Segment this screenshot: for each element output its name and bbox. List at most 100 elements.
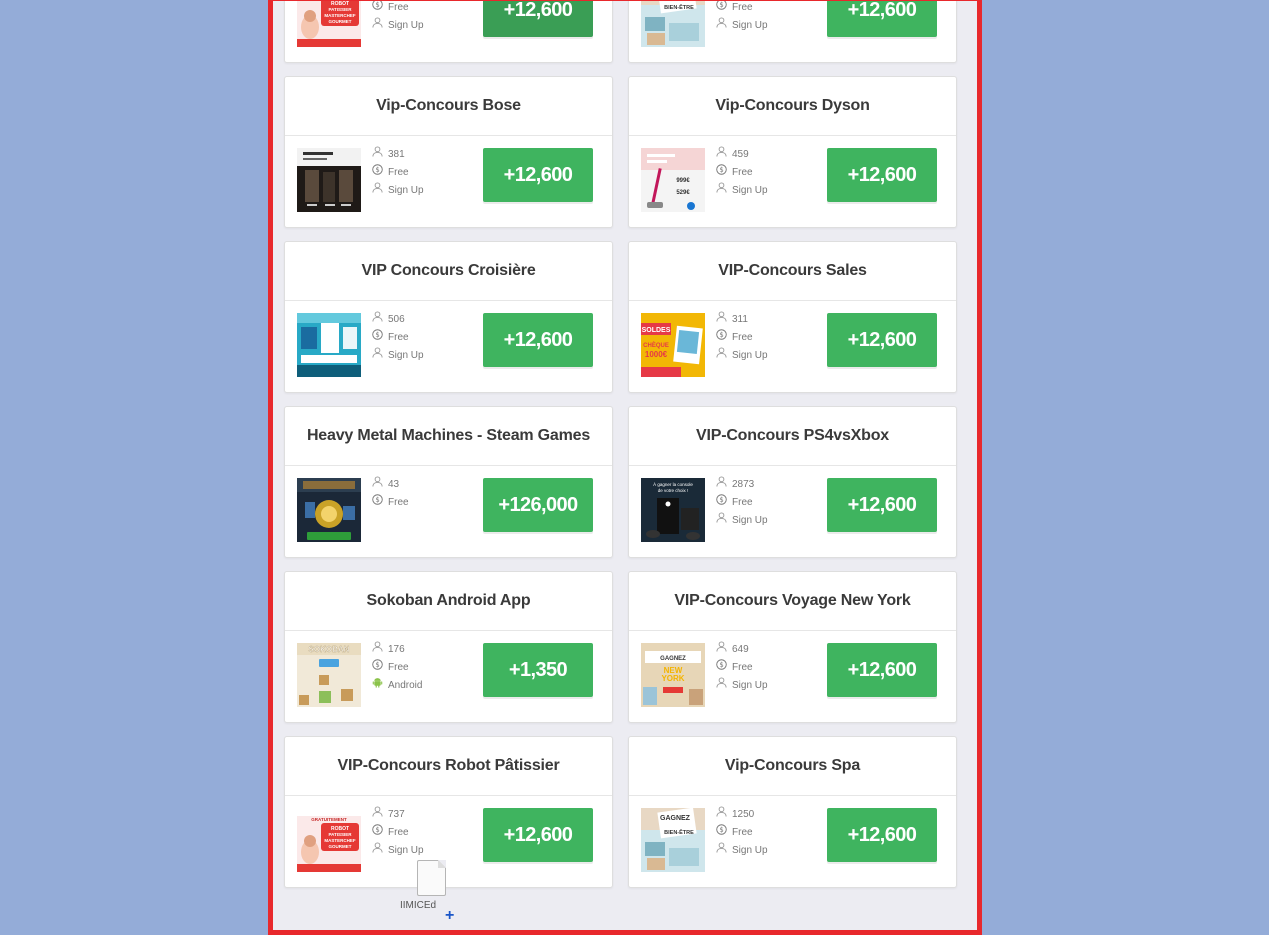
offer-price-row: $ Free (372, 329, 424, 347)
coin-icon: $ (716, 329, 727, 347)
offer-card: GRATUITEMENT ROBOT PATISSIER MASTERCHEF … (284, 1, 613, 63)
offer-type: Android (388, 680, 423, 691)
offer-card: VIP-Concours Sales SOLDES CHÈQUE 1000€ 3… (628, 241, 957, 393)
offer-count: 649 (732, 644, 749, 655)
claim-points-button[interactable]: +12,600 (483, 1, 593, 37)
svg-text:$: $ (375, 331, 379, 339)
offer-thumbnail[interactable] (297, 478, 361, 542)
offer-price: Free (388, 167, 409, 178)
offer-type: Sign Up (732, 515, 768, 526)
claim-points-button[interactable]: +12,600 (827, 808, 937, 862)
offer-card: VIP-Concours Robot Pâtissier GRATUITEMEN… (284, 736, 613, 888)
coin-icon: $ (716, 1, 727, 17)
offer-title[interactable]: Heavy Metal Machines - Steam Games (285, 407, 612, 466)
thumb-text: CHÈQUE (643, 341, 669, 349)
offer-thumbnail[interactable]: GAGNEZ BIEN-ÊTRE (641, 808, 705, 872)
coin-icon: $ (372, 494, 383, 512)
svg-text:$: $ (719, 166, 723, 174)
offer-price: Free (732, 827, 753, 838)
svg-text:$: $ (375, 1, 379, 9)
offer-title[interactable]: Vip-Concours Bose (285, 77, 612, 136)
offer-price-row: $ Free (372, 1, 424, 17)
offer-count-row: 2873 (716, 476, 768, 494)
offer-price-row: $ Free (716, 164, 768, 182)
offer-count-row: 459 (716, 146, 768, 164)
coin-icon: $ (372, 824, 383, 842)
offer-thumbnail[interactable]: 999€ 529€ (641, 148, 705, 212)
offer-type-row: Sign Up (716, 677, 768, 695)
svg-text:$: $ (719, 826, 723, 834)
claim-points-button[interactable]: +12,600 (827, 148, 937, 202)
claim-points-button[interactable]: +12,600 (827, 643, 937, 697)
svg-text:$: $ (719, 661, 723, 669)
thumb-text: SOKOBAN (309, 645, 350, 654)
users-icon (716, 476, 727, 494)
offer-type-row: Sign Up (372, 842, 424, 860)
offer-thumbnail[interactable]: GAGNEZ NEW YORK (641, 643, 705, 707)
offer-card: VIP-Concours Voyage New York GAGNEZ NEW … (628, 571, 957, 723)
claim-points-button[interactable]: +12,600 (483, 148, 593, 202)
offer-type-row: Sign Up (372, 347, 424, 365)
offer-title[interactable]: VIP-Concours Voyage New York (629, 572, 956, 631)
coin-icon: $ (716, 494, 727, 512)
thumb-text: GRATUITEMENT (311, 817, 347, 822)
offer-count: 737 (388, 809, 405, 820)
users-icon (372, 641, 383, 659)
claim-points-button[interactable]: +12,600 (827, 313, 937, 367)
person-icon (372, 347, 383, 365)
offer-count-row: 176 (372, 641, 422, 659)
offer-title[interactable]: VIP-Concours Sales (629, 242, 956, 301)
offer-thumbnail[interactable]: SOLDES CHÈQUE 1000€ (641, 313, 705, 377)
thumb-text: GOURMET (329, 844, 352, 849)
offer-count-row: 43 (372, 476, 409, 494)
offer-count-row: 381 (372, 146, 424, 164)
offer-title[interactable]: VIP-Concours PS4vsXbox (629, 407, 956, 466)
offer-thumbnail[interactable]: GRATUITEMENT ROBOT PATISSIER MASTERCHEF … (297, 1, 361, 47)
claim-points-button[interactable]: +12,600 (827, 478, 937, 532)
offer-title[interactable]: VIP-Concours Robot Pâtissier (285, 737, 612, 796)
person-icon (372, 842, 383, 860)
offer-price: Free (732, 167, 753, 178)
offer-type: Sign Up (732, 350, 768, 361)
offer-price: Free (732, 332, 753, 343)
offer-title[interactable]: Vip-Concours Spa (629, 737, 956, 796)
offer-thumbnail[interactable] (297, 313, 361, 377)
dragged-file-icon[interactable] (417, 860, 446, 896)
offer-type-row: Sign Up (716, 512, 768, 530)
users-icon (372, 806, 383, 824)
person-icon (716, 677, 727, 695)
offer-thumbnail[interactable]: GRATUITEMENT ROBOT PATISSIER MASTERCHEF … (297, 808, 361, 872)
offer-count-row: 649 (716, 641, 768, 659)
offer-thumbnail[interactable]: À gagner la console de votre choix ! (641, 478, 705, 542)
thumb-text: GOURMET (329, 19, 352, 24)
offer-thumbnail[interactable]: GAGNEZ BIEN-ÊTRE (641, 1, 705, 47)
thumb-text: 529€ (676, 190, 690, 196)
coin-icon: $ (372, 164, 383, 182)
thumb-text: MASTERCHEF (324, 13, 356, 18)
svg-text:$: $ (719, 331, 723, 339)
offer-price-row: $ Free (716, 659, 768, 677)
coin-icon: $ (372, 329, 383, 347)
offer-type: Sign Up (388, 20, 424, 31)
offer-count-row: 737 (372, 806, 424, 824)
claim-points-button[interactable]: +1,350 (483, 643, 593, 697)
offer-title[interactable]: Sokoban Android App (285, 572, 612, 631)
offer-card: Vip-Concours Dyson 999€ 529€ 459 $ Free (628, 76, 957, 228)
offer-thumbnail[interactable]: SOKOBAN (297, 643, 361, 707)
offer-count-row: 506 (372, 311, 424, 329)
offers-panel: GRATUITEMENT ROBOT PATISSIER MASTERCHEF … (268, 0, 982, 935)
offer-title[interactable]: VIP Concours Croisière (285, 242, 612, 301)
offer-title[interactable]: Vip-Concours Dyson (629, 77, 956, 136)
claim-points-button[interactable]: +12,600 (483, 313, 593, 367)
offer-type: Sign Up (732, 20, 768, 31)
claim-points-button[interactable]: +126,000 (483, 478, 593, 532)
offer-type-row: Sign Up (372, 182, 424, 200)
coin-icon: $ (372, 659, 383, 677)
claim-points-button[interactable]: +12,600 (827, 1, 937, 37)
svg-text:$: $ (375, 661, 379, 669)
offer-thumbnail[interactable] (297, 148, 361, 212)
svg-text:$: $ (375, 496, 379, 504)
offer-count: 43 (388, 479, 400, 490)
offer-type: Sign Up (388, 845, 424, 856)
claim-points-button[interactable]: +12,600 (483, 808, 593, 862)
